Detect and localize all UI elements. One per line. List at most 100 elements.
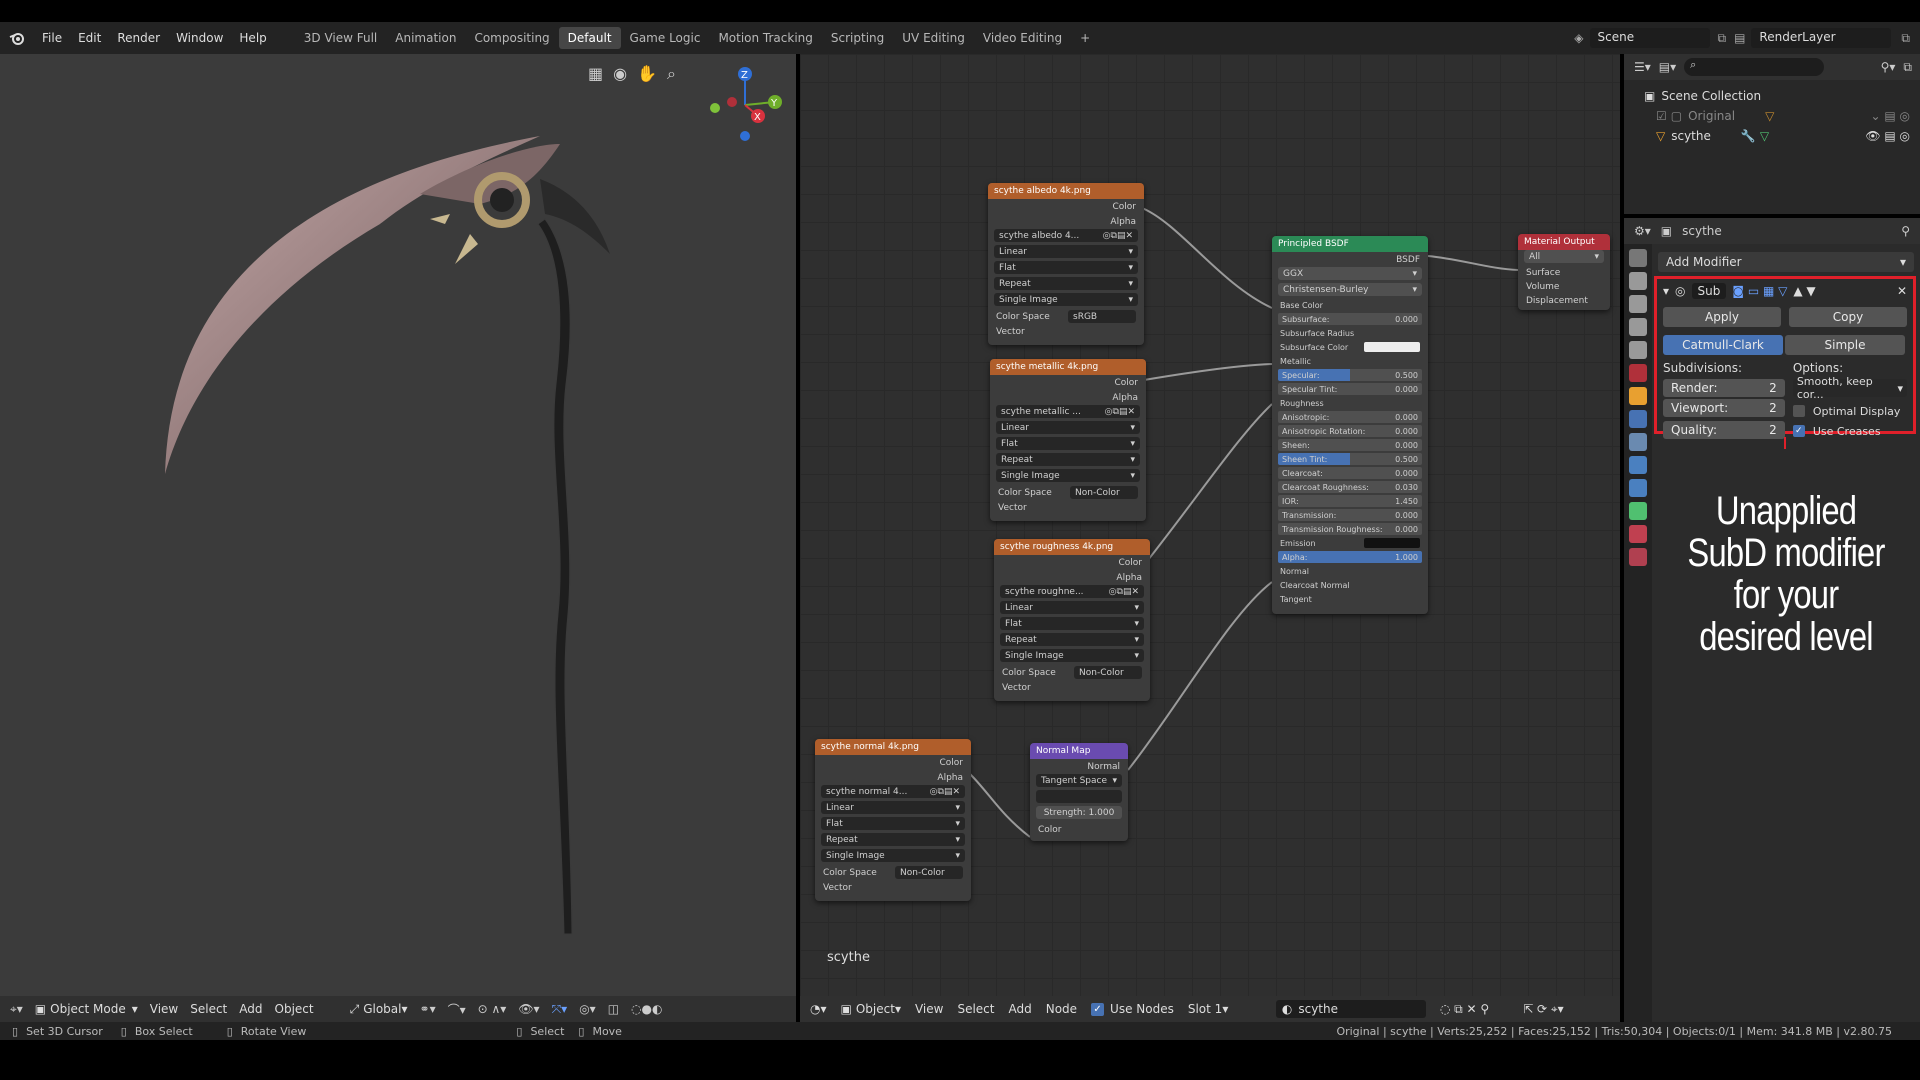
tab-3d-view-full[interactable]: 3D View Full [295, 27, 387, 49]
bsdf-field[interactable]: Roughness [1278, 397, 1422, 409]
render-levels-field[interactable]: Render: 2 [1663, 379, 1785, 397]
bsdf-field[interactable]: Clearcoat Roughness: 0.030 [1278, 481, 1422, 493]
viewport-levels-field[interactable]: Viewport: 2 [1663, 399, 1785, 417]
tab-animation[interactable]: Animation [386, 27, 465, 49]
alpha-output[interactable]: Alpha [815, 770, 971, 785]
bsdf-field[interactable]: Clearcoat Normal [1278, 579, 1422, 591]
eye-icon[interactable]: 👁 ▤ ◎ [1865, 129, 1910, 143]
3d-viewport[interactable]: ▦ ◉ ✋ ⌕ Z Y X [0, 54, 796, 1022]
interpolation-dropdown[interactable]: Linear ▾ [994, 245, 1138, 258]
xray-icon[interactable]: ◫ [608, 1002, 619, 1016]
bsdf-output[interactable]: BSDF [1272, 252, 1428, 267]
physics-icon[interactable] [1629, 456, 1647, 474]
metallic-texture-node[interactable]: scythe metallic 4k.png Color Alpha scyth… [990, 359, 1146, 521]
surface-input[interactable]: Surface [1518, 266, 1610, 280]
render-icon[interactable] [1629, 272, 1647, 290]
uv-smooth-dropdown[interactable]: Smooth, keep cor... ▾ [1792, 375, 1907, 401]
bsdf-field[interactable]: Clearcoat: 0.000 [1278, 467, 1422, 479]
shading-icons[interactable]: ◌●◐ [631, 1002, 662, 1016]
color-output[interactable]: Color [815, 755, 971, 770]
material-actions-icon[interactable]: ◌ ⧉ ✕ ⚲ [1440, 1002, 1489, 1017]
menu-edit[interactable]: Edit [70, 31, 109, 45]
color-output[interactable]: Color [990, 375, 1146, 390]
bsdf-field[interactable]: Emission [1278, 537, 1422, 549]
texture-icon[interactable] [1629, 548, 1647, 566]
node-menu-view[interactable]: View [915, 1002, 943, 1016]
copy-button[interactable]: Copy [1789, 307, 1907, 327]
outliner-search-input[interactable]: ⌕ [1684, 58, 1825, 76]
outliner-item-original[interactable]: ☑ ▢ Original ▽ ⌄ ▤ ◎ [1644, 106, 1920, 126]
scene-collection-row[interactable]: ▣ Scene Collection [1644, 86, 1920, 106]
source-dropdown[interactable]: Single Image ▾ [994, 293, 1138, 306]
subsurface-method-dropdown[interactable]: Christensen-Burley ▾ [1278, 283, 1422, 296]
editor-type-icon[interactable]: ⌖▾ [10, 1002, 23, 1017]
new-collection-icon[interactable]: ⧉ [1903, 60, 1912, 75]
display-mode-icon[interactable]: ▤▾ [1659, 60, 1676, 74]
tab-uv-editing[interactable]: UV Editing [893, 27, 974, 49]
color-space-dropdown[interactable]: Non-Color [1074, 666, 1142, 679]
apply-button[interactable]: Apply [1663, 307, 1781, 327]
alpha-output[interactable]: Alpha [988, 214, 1144, 229]
space-dropdown[interactable]: Tangent Space ▾ [1036, 774, 1122, 787]
color-swatch[interactable] [1364, 538, 1420, 548]
albedo-texture-node[interactable]: scythe albedo 4k.png Color Alpha scythe … [988, 183, 1144, 345]
overlay-icon[interactable]: ◎▾ [579, 1002, 596, 1016]
properties-panel[interactable]: ⚙▾ ▣ scythe ⚲ Add Modifier ▾ ▾ ◎ Sub ◙ ▭ … [1624, 218, 1920, 1022]
tab-motion-tracking[interactable]: Motion Tracking [709, 27, 821, 49]
render-layer-icon[interactable]: ▤ [1734, 31, 1745, 45]
view-layer-icon[interactable] [1629, 318, 1647, 336]
color-output[interactable]: Color [994, 555, 1150, 570]
roughness-texture-node[interactable]: scythe roughness 4k.png Color Alpha scyt… [994, 539, 1150, 701]
bsdf-field[interactable]: Anisotropic: 0.000 [1278, 411, 1422, 423]
viewport-menu-object[interactable]: Object [275, 1002, 314, 1016]
visibility-icon[interactable]: 👁▾ [518, 1002, 539, 1016]
target-dropdown[interactable]: All ▾ [1524, 250, 1604, 263]
interpolation-dropdown[interactable]: Linear ▾ [821, 801, 965, 814]
shader-type-dropdown[interactable]: ▣ Object ▾ [841, 1002, 901, 1016]
particles-icon[interactable] [1629, 433, 1647, 451]
extension-dropdown[interactable]: Repeat ▾ [994, 277, 1138, 290]
wrench-icon[interactable] [1629, 410, 1647, 428]
quality-field[interactable]: Quality: 2 [1663, 421, 1785, 439]
image-selector[interactable]: scythe metallic ... ◎⧉▤✕ [996, 405, 1140, 418]
pivot-icon[interactable]: ⚭▾ [420, 1002, 436, 1016]
bsdf-field[interactable]: IOR: 1.450 [1278, 495, 1422, 507]
bsdf-field[interactable]: Tangent [1278, 593, 1422, 605]
scene-icon[interactable]: ◈ [1574, 31, 1583, 45]
scythe-model[interactable] [0, 54, 796, 954]
output-icon[interactable] [1629, 295, 1647, 313]
menu-help[interactable]: Help [231, 31, 274, 45]
bsdf-field[interactable]: Metallic [1278, 355, 1422, 367]
add-modifier-dropdown[interactable]: Add Modifier ▾ [1658, 252, 1914, 272]
node-menu-add[interactable]: Add [1008, 1002, 1031, 1016]
proportional-icon[interactable]: ⊙ ∧▾ [478, 1002, 507, 1016]
distribution-dropdown[interactable]: GGX ▾ [1278, 267, 1422, 280]
bsdf-field[interactable]: Transmission: 0.000 [1278, 509, 1422, 521]
filter-icon[interactable]: ⚲▾ [1881, 60, 1896, 74]
bsdf-field[interactable]: Specular: 0.500 [1278, 369, 1422, 381]
viewport-menu-select[interactable]: Select [190, 1002, 227, 1016]
alpha-output[interactable]: Alpha [990, 390, 1146, 405]
collapse-triangle-icon[interactable]: ▾ [1663, 284, 1669, 298]
menu-window[interactable]: Window [168, 31, 231, 45]
menu-render[interactable]: Render [109, 31, 168, 45]
simple-toggle[interactable]: Simple [1785, 335, 1905, 355]
scene-icon[interactable] [1629, 341, 1647, 359]
bsdf-field[interactable]: Anisotropic Rotation: 0.000 [1278, 425, 1422, 437]
use-nodes-checkbox[interactable]: ✓ Use Nodes [1091, 1002, 1174, 1016]
parent-node-icon[interactable]: ⇱ ⟳ ⌖▾ [1523, 1002, 1564, 1017]
vector-input[interactable]: Vector [815, 880, 971, 895]
vector-input[interactable]: Vector [990, 500, 1146, 515]
object-mode-dropdown[interactable]: ▣ Object Mode ▾ [35, 1002, 138, 1016]
normal-texture-node[interactable]: scythe normal 4k.png Color Alpha scythe … [815, 739, 971, 901]
slot-dropdown[interactable]: Slot 1 ▾ [1188, 1002, 1262, 1016]
optimal-display-checkbox[interactable]: Optimal Display [1792, 401, 1907, 421]
normal-map-node[interactable]: Normal Map Normal Tangent Space ▾ Strengt… [1030, 743, 1128, 841]
projection-dropdown[interactable]: Flat ▾ [996, 437, 1140, 450]
new-layer-icon[interactable]: ⧉ [1901, 31, 1910, 46]
extension-dropdown[interactable]: Repeat ▾ [996, 453, 1140, 466]
tab-game-logic[interactable]: Game Logic [621, 27, 710, 49]
interpolation-dropdown[interactable]: Linear ▾ [1000, 601, 1144, 614]
vector-input[interactable]: Vector [988, 324, 1144, 339]
interpolation-dropdown[interactable]: Linear ▾ [996, 421, 1140, 434]
